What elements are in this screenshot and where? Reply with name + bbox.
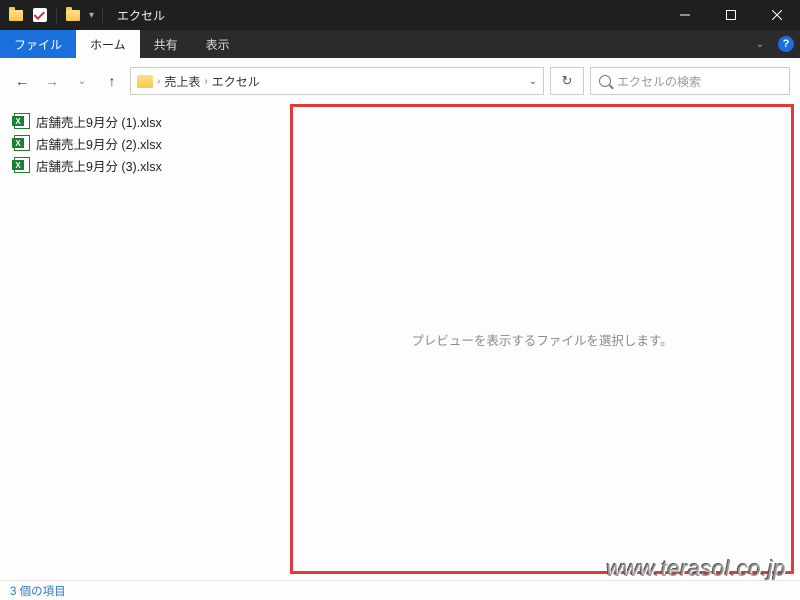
- file-item[interactable]: 店舗売上9月分 (1).xlsx: [10, 110, 280, 132]
- file-tab[interactable]: ファイル: [0, 30, 76, 58]
- checkbox-icon[interactable]: [32, 7, 48, 23]
- breadcrumb-segment[interactable]: 売上表: [164, 73, 200, 90]
- chevron-right-icon: ›: [204, 76, 207, 87]
- maximize-button[interactable]: [708, 0, 754, 30]
- forward-button[interactable]: →: [40, 69, 64, 93]
- excel-file-icon: [14, 157, 30, 173]
- tab-view[interactable]: 表示: [192, 30, 244, 58]
- preview-empty-message: プレビューを表示するファイルを選択します。: [411, 330, 672, 349]
- chevron-down-icon[interactable]: ▾: [89, 10, 94, 21]
- excel-file-icon: [14, 113, 30, 129]
- preview-pane: プレビューを表示するファイルを選択します。: [290, 104, 794, 574]
- file-item[interactable]: 店舗売上9月分 (2).xlsx: [10, 132, 280, 154]
- help-button[interactable]: ?: [772, 30, 800, 58]
- folder-icon[interactable]: [8, 7, 24, 23]
- folder-icon: [137, 75, 153, 88]
- separator: [102, 7, 103, 23]
- refresh-icon: ↻: [562, 73, 573, 89]
- close-button[interactable]: [754, 0, 800, 30]
- window-title: エクセル: [117, 7, 165, 24]
- chevron-right-icon: ›: [157, 76, 160, 87]
- folder-icon[interactable]: [65, 7, 81, 23]
- file-list: 店舗売上9月分 (1).xlsx 店舗売上9月分 (2).xlsx 店舗売上9月…: [0, 104, 290, 580]
- file-name: 店舗売上9月分 (1).xlsx: [36, 112, 162, 131]
- item-count: 3 個の項目: [10, 583, 66, 599]
- excel-file-icon: [14, 135, 30, 151]
- search-box[interactable]: エクセルの検索: [590, 67, 790, 95]
- navigation-row: ← → ⌄ ↑ › 売上表 › エクセル ⌄ ↻ エクセルの検索: [0, 58, 800, 104]
- quick-access-toolbar: ▾ エクセル: [0, 7, 173, 24]
- ribbon-collapse-icon[interactable]: ⌄: [748, 30, 772, 58]
- search-placeholder: エクセルの検索: [617, 73, 701, 90]
- window-controls: [662, 0, 800, 30]
- breadcrumb-segment[interactable]: エクセル: [212, 73, 260, 90]
- refresh-button[interactable]: ↻: [550, 67, 584, 95]
- tab-home[interactable]: ホーム: [76, 30, 140, 58]
- file-item[interactable]: 店舗売上9月分 (3).xlsx: [10, 154, 280, 176]
- back-button[interactable]: ←: [10, 69, 34, 93]
- separator: [56, 7, 57, 23]
- title-bar: ▾ エクセル: [0, 0, 800, 30]
- content-area: ← → ⌄ ↑ › 売上表 › エクセル ⌄ ↻ エクセルの検索 店舗売上9月分…: [0, 58, 800, 600]
- up-button[interactable]: ↑: [100, 69, 124, 93]
- split-view: 店舗売上9月分 (1).xlsx 店舗売上9月分 (2).xlsx 店舗売上9月…: [0, 104, 800, 580]
- recent-dropdown-icon[interactable]: ⌄: [70, 69, 94, 93]
- minimize-button[interactable]: [662, 0, 708, 30]
- file-name: 店舗売上9月分 (3).xlsx: [36, 156, 162, 175]
- search-icon: [599, 75, 611, 87]
- tab-share[interactable]: 共有: [140, 30, 192, 58]
- ribbon-tabs: ファイル ホーム 共有 表示 ⌄ ?: [0, 30, 800, 58]
- address-bar[interactable]: › 売上表 › エクセル ⌄: [130, 67, 544, 95]
- file-name: 店舗売上9月分 (2).xlsx: [36, 134, 162, 153]
- address-dropdown-icon[interactable]: ⌄: [529, 76, 537, 87]
- status-bar: 3 個の項目: [0, 580, 800, 600]
